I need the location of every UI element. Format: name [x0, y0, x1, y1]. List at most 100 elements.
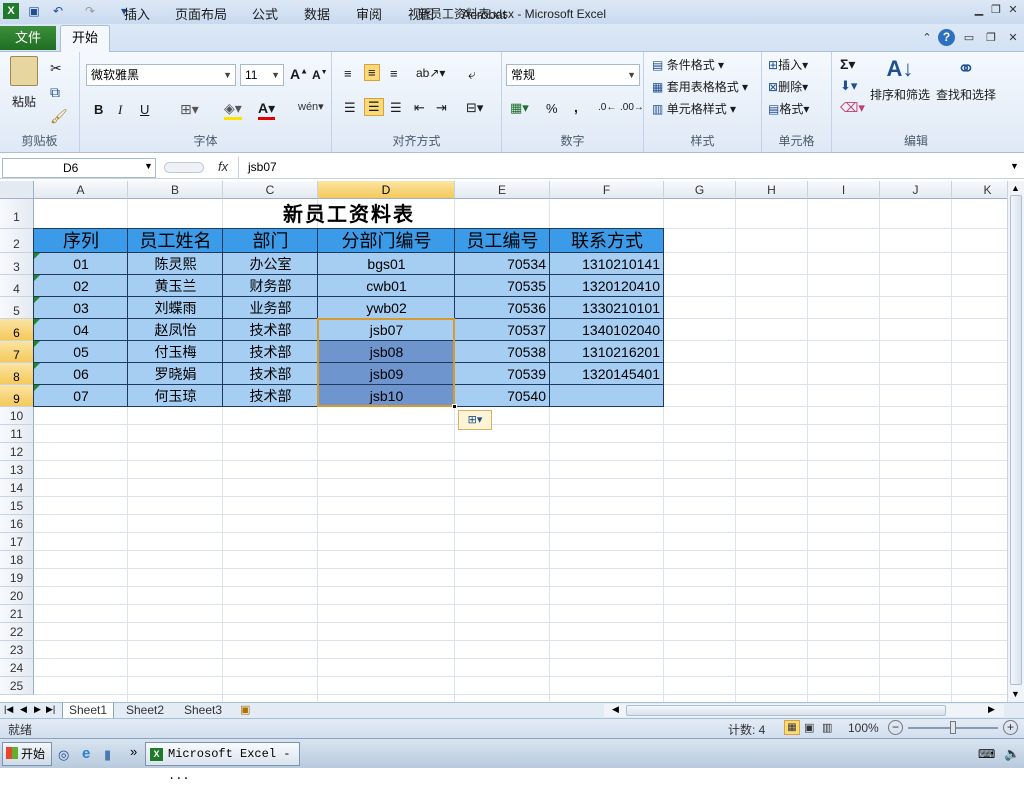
column-header-h[interactable]: H [736, 181, 808, 199]
vertical-scrollbar[interactable]: ▲ ▼ [1007, 181, 1024, 702]
restore-icon[interactable]: ❐ [989, 3, 1003, 17]
row-header-3[interactable]: 3 [0, 253, 34, 275]
header-cell[interactable]: 部门 [223, 229, 318, 253]
row-header-6[interactable]: 6 [0, 319, 34, 341]
doc-minimize-icon[interactable]: ▭ [962, 31, 976, 45]
insert-function-button[interactable]: fx [218, 159, 228, 174]
data-cell[interactable]: 付玉梅 [128, 341, 223, 363]
row-header-24[interactable]: 24 [0, 659, 34, 677]
find-select-button[interactable]: ⚭ 查找和选择 [934, 56, 998, 103]
data-cell[interactable]: 70538 [455, 341, 550, 363]
column-header-g[interactable]: G [664, 181, 736, 199]
data-cell[interactable]: 1320145401 [550, 363, 664, 385]
shrink-font-icon[interactable]: A▼ [312, 68, 328, 82]
format-painter-icon[interactable]: 🖌 [50, 108, 68, 125]
column-header-d[interactable]: D [318, 181, 455, 199]
page-layout-view-icon[interactable]: ▣ [804, 721, 814, 734]
tab-view[interactable]: 视图 [402, 5, 440, 28]
sheet-nav-prev-icon[interactable]: ◀ [20, 704, 27, 715]
row-header-9[interactable]: 9 [0, 385, 34, 407]
data-cell[interactable]: 02 [34, 275, 128, 297]
doc-restore-icon[interactable]: ❐ [984, 31, 998, 45]
data-cell[interactable]: 70537 [455, 319, 550, 341]
volume-icon[interactable]: 🔈 [1004, 746, 1020, 762]
font-name-dropdown[interactable]: 微软雅黑 ▼ [86, 64, 236, 86]
row-header-10[interactable]: 10 [0, 407, 34, 425]
data-cell[interactable]: 70536 [455, 297, 550, 319]
scroll-up-icon[interactable]: ▲ [1011, 183, 1020, 193]
data-cell[interactable]: 70540 [455, 385, 550, 407]
ribbon-collapse-icon[interactable]: ⌃ [920, 31, 934, 45]
close-icon[interactable]: ✕ [1006, 3, 1020, 17]
data-cell[interactable]: ywb02 [318, 297, 455, 319]
data-cell[interactable]: 陈灵熙 [128, 253, 223, 275]
row-header-20[interactable]: 20 [0, 587, 34, 605]
data-cell[interactable]: 1330210101 [550, 297, 664, 319]
row-header-16[interactable]: 16 [0, 515, 34, 533]
data-cell[interactable]: 技术部 [223, 385, 318, 407]
row-header-22[interactable]: 22 [0, 623, 34, 641]
quicklaunch-icon-3[interactable]: ▮ [104, 747, 111, 763]
doc-close-icon[interactable]: ✕ [1006, 31, 1020, 45]
auto-fill-options-button[interactable]: ⊞▾ [458, 410, 492, 430]
help-icon[interactable]: ? [938, 29, 955, 46]
fill-icon[interactable]: ⬇▾ [840, 78, 857, 94]
taskbar-excel-button[interactable]: Microsoft Excel - ... [145, 742, 300, 783]
data-cell[interactable]: bgs01 [318, 253, 455, 275]
tab-acrobat[interactable]: Acrobat [454, 5, 514, 28]
sort-filter-button[interactable]: A↓ 排序和筛选 [868, 56, 932, 103]
insert-sheet-icon[interactable]: ▣ [240, 703, 250, 716]
orientation-icon[interactable]: ab↗▾ [416, 66, 445, 80]
row-header-18[interactable]: 18 [0, 551, 34, 569]
column-header-f[interactable]: F [550, 181, 664, 199]
align-bottom-icon[interactable]: ≡ [390, 66, 398, 81]
column-header-a[interactable]: A [34, 181, 128, 199]
fill-color-icon[interactable]: ◈▾ [224, 100, 242, 120]
data-cell[interactable]: 赵凤怡 [128, 319, 223, 341]
zoom-level[interactable]: 100% [848, 721, 879, 735]
data-cell[interactable]: 何玉琼 [128, 385, 223, 407]
tab-data[interactable]: 数据 [298, 5, 336, 28]
header-cell[interactable]: 员工姓名 [128, 229, 223, 253]
row-header-21[interactable]: 21 [0, 605, 34, 623]
font-color-icon[interactable]: A▾ [258, 100, 276, 120]
italic-button[interactable]: I [118, 102, 122, 118]
bold-button[interactable]: B [94, 102, 103, 117]
sheet-title[interactable]: 新员工资料表 [34, 199, 664, 229]
row-header-2[interactable]: 2 [0, 229, 34, 253]
scroll-thumb[interactable] [1010, 195, 1022, 685]
data-cell[interactable]: 05 [34, 341, 128, 363]
data-cell[interactable]: 06 [34, 363, 128, 385]
select-all-corner[interactable] [0, 181, 34, 199]
row-header-11[interactable]: 11 [0, 425, 34, 443]
tab-file[interactable]: 文件 [0, 26, 56, 50]
sheet-tab-3[interactable]: Sheet3 [178, 703, 228, 719]
row-header-14[interactable]: 14 [0, 479, 34, 497]
data-cell[interactable]: 70534 [455, 253, 550, 275]
ie-icon[interactable]: e [82, 745, 90, 762]
percent-button[interactable]: % [546, 101, 558, 116]
expand-formula-bar-icon[interactable]: ▼ [1010, 161, 1019, 171]
row-header-1[interactable]: 1 [0, 199, 34, 229]
number-format-dropdown[interactable]: 常规 ▼ [506, 64, 640, 86]
sheet-nav-next-icon[interactable]: ▶ [34, 704, 41, 715]
borders-icon[interactable]: ⊞▾ [180, 101, 199, 118]
name-box[interactable]: D6 [2, 158, 156, 178]
data-cell[interactable]: 03 [34, 297, 128, 319]
row-header-12[interactable]: 12 [0, 443, 34, 461]
tab-page-layout[interactable]: 页面布局 [170, 5, 232, 28]
clear-icon[interactable]: ⌫▾ [840, 100, 865, 116]
data-cell[interactable]: 1310216201 [550, 341, 664, 363]
data-cell[interactable]: 01 [34, 253, 128, 275]
scroll-down-icon[interactable]: ▼ [1011, 689, 1020, 699]
row-header-15[interactable]: 15 [0, 497, 34, 515]
zoom-slider-thumb[interactable] [950, 721, 956, 734]
normal-view-icon[interactable]: ▦ [784, 720, 800, 735]
keyboard-icon[interactable]: ⌨ [978, 747, 995, 761]
row-header-4[interactable]: 4 [0, 275, 34, 297]
header-cell[interactable]: 联系方式 [550, 229, 664, 253]
sheet-nav-first-icon[interactable]: |◀ [4, 704, 13, 715]
fill-handle[interactable] [452, 404, 457, 409]
column-header-b[interactable]: B [128, 181, 223, 199]
cut-icon[interactable]: ✂ [50, 60, 62, 77]
